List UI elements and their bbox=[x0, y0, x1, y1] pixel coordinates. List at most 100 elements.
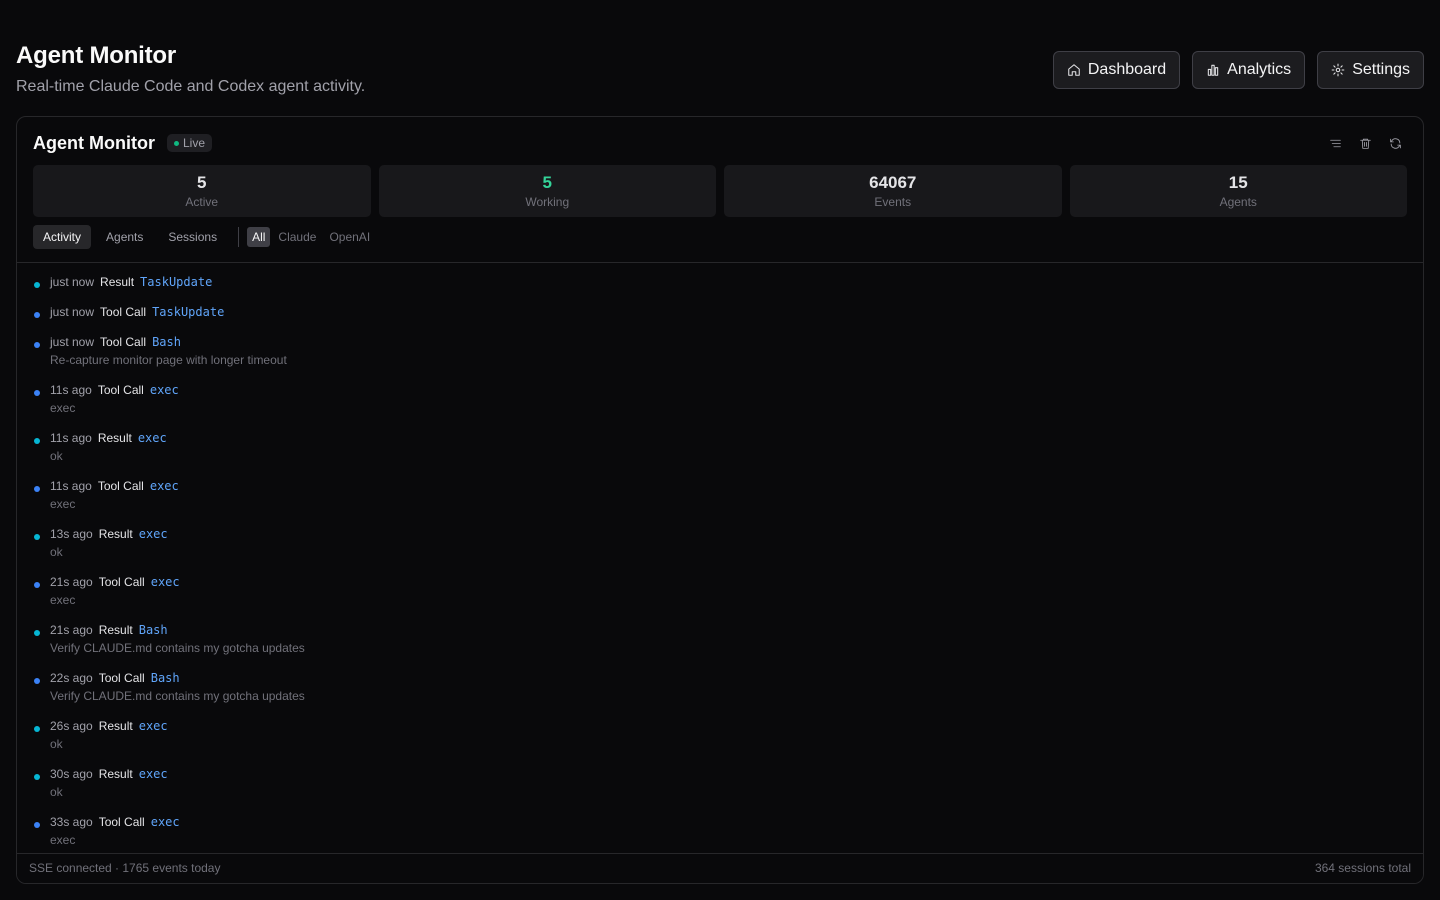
stat-active: 5 Active bbox=[33, 165, 371, 217]
event-row[interactable]: just now Tool Call Bash Re-capture monitor … bbox=[33, 333, 1407, 369]
event-row[interactable]: 11s ago Tool Call exec exec bbox=[33, 477, 1407, 513]
event-line: 21s ago Result Bash bbox=[50, 621, 305, 639]
analytics-button-label: Analytics bbox=[1227, 61, 1292, 78]
event-body: 33s ago Tool Call exec exec bbox=[50, 813, 180, 849]
filter-openai[interactable]: OpenAI bbox=[324, 227, 375, 247]
event-detail: Verify CLAUDE.md contains my gotcha upda… bbox=[50, 641, 305, 655]
event-status-dot-icon bbox=[34, 282, 40, 288]
stats-row: 5 Active 5 Working 64067 Events 15 Agent… bbox=[33, 165, 1407, 217]
gear-icon bbox=[1331, 63, 1345, 77]
event-list: just now Result TaskUpdate just now Tool Cal… bbox=[33, 273, 1407, 861]
event-type: Result bbox=[98, 623, 133, 637]
trash-icon bbox=[1359, 138, 1371, 149]
stat-events: 64067 Events bbox=[724, 165, 1062, 217]
event-time: just now bbox=[50, 305, 95, 319]
live-badge-label: Live bbox=[183, 136, 206, 150]
event-type: Tool Call bbox=[97, 383, 144, 397]
event-row[interactable]: 13s ago Result exec ok bbox=[33, 525, 1407, 561]
event-row[interactable]: just now Tool Call TaskUpdate bbox=[33, 303, 1407, 321]
page-header: Agent Monitor Real-time Claude Code and … bbox=[16, 40, 1424, 100]
event-body: just now Tool Call Bash Re-capture monitor … bbox=[50, 333, 287, 369]
panel-actions bbox=[1327, 135, 1403, 151]
event-body: 30s ago Result exec ok bbox=[50, 765, 168, 801]
settings-button[interactable]: Settings bbox=[1317, 51, 1424, 89]
tab-sessions[interactable]: Sessions bbox=[158, 225, 227, 249]
event-tool-name: exec bbox=[138, 527, 168, 541]
event-line: 13s ago Result exec bbox=[50, 525, 168, 543]
bar-chart-icon bbox=[1207, 64, 1219, 76]
event-body: 11s ago Result exec ok bbox=[50, 429, 167, 465]
stat-agents-value: 15 bbox=[1228, 173, 1248, 192]
event-line: 33s ago Tool Call exec bbox=[50, 813, 180, 831]
event-row[interactable]: 26s ago Result exec ok bbox=[33, 717, 1407, 753]
event-body: just now Result TaskUpdate bbox=[50, 273, 212, 291]
filter-list-button[interactable] bbox=[1327, 135, 1343, 151]
event-type: Result bbox=[98, 719, 133, 733]
event-type: Tool Call bbox=[100, 305, 147, 319]
event-type: Result bbox=[98, 527, 133, 541]
event-row[interactable]: 33s ago Tool Call exec exec bbox=[33, 813, 1407, 849]
tab-activity[interactable]: Activity bbox=[33, 225, 92, 249]
tab-agents[interactable]: Agents bbox=[96, 225, 153, 249]
event-line: 22s ago Tool Call Bash bbox=[50, 669, 305, 687]
event-row[interactable]: 11s ago Result exec ok bbox=[33, 429, 1407, 465]
event-tool-name: Bash bbox=[138, 623, 168, 637]
event-tool-name: Bash bbox=[150, 671, 180, 685]
event-row[interactable]: 21s ago Result Bash Verify CLAUDE.md contai… bbox=[33, 621, 1407, 657]
live-dot-icon bbox=[174, 140, 179, 146]
event-detail: ok bbox=[50, 449, 63, 463]
event-row[interactable]: 30s ago Result exec ok bbox=[33, 765, 1407, 801]
event-row[interactable]: 21s ago Tool Call exec exec bbox=[33, 573, 1407, 609]
event-row[interactable]: 22s ago Tool Call Bash Verify CLAUDE.md con… bbox=[33, 669, 1407, 705]
event-status-dot-icon bbox=[34, 822, 40, 828]
event-line: 30s ago Result exec bbox=[50, 765, 168, 783]
live-badge: Live bbox=[167, 134, 213, 152]
event-body: 22s ago Tool Call Bash Verify CLAUDE.md con… bbox=[50, 669, 305, 705]
list-icon bbox=[1329, 139, 1341, 147]
filter-all[interactable]: All bbox=[247, 227, 271, 247]
event-time: 21s ago bbox=[50, 575, 93, 589]
event-line: 11s ago Tool Call exec bbox=[50, 477, 179, 495]
panel-title: Agent Monitor bbox=[33, 133, 155, 153]
event-detail: exec bbox=[50, 593, 76, 607]
stat-working: 5 Working bbox=[378, 165, 716, 217]
event-status-dot-icon bbox=[34, 678, 40, 684]
event-tool-name: exec bbox=[150, 815, 180, 829]
refresh-icon bbox=[1389, 137, 1401, 149]
event-tool-name: exec bbox=[138, 719, 168, 733]
event-status-dot-icon bbox=[34, 726, 40, 732]
event-type: Result bbox=[97, 431, 132, 445]
stat-working-value: 5 bbox=[542, 173, 552, 192]
event-line: just now Tool Call Bash bbox=[50, 333, 287, 351]
event-body: 11s ago Tool Call exec exec bbox=[50, 381, 179, 417]
event-type: Tool Call bbox=[98, 815, 145, 829]
refresh-button[interactable] bbox=[1387, 135, 1403, 151]
analytics-button[interactable]: Analytics bbox=[1192, 51, 1306, 89]
event-time: just now bbox=[50, 275, 95, 289]
clear-button[interactable] bbox=[1357, 135, 1373, 151]
filter-claude[interactable]: Claude bbox=[273, 227, 321, 247]
event-type: Tool Call bbox=[97, 479, 144, 493]
section-divider bbox=[17, 262, 1423, 263]
event-line: just now Tool Call TaskUpdate bbox=[50, 303, 224, 321]
event-type: Tool Call bbox=[98, 671, 145, 685]
event-time: 22s ago bbox=[50, 671, 93, 685]
event-tool-name: exec bbox=[149, 479, 179, 493]
stat-active-value: 5 bbox=[197, 173, 207, 192]
stat-events-value: 64067 bbox=[869, 173, 917, 192]
event-tool-name: TaskUpdate bbox=[152, 305, 225, 319]
event-status-dot-icon bbox=[34, 582, 40, 588]
event-time: 11s ago bbox=[50, 479, 92, 493]
event-tool-name: Bash bbox=[152, 335, 181, 349]
dashboard-button[interactable]: Dashboard bbox=[1052, 51, 1181, 89]
event-time: 30s ago bbox=[50, 767, 93, 781]
event-time: 11s ago bbox=[50, 431, 92, 445]
stat-agents: 15 Agents bbox=[1069, 165, 1407, 217]
tab-divider bbox=[238, 227, 240, 247]
event-status-dot-icon bbox=[34, 774, 40, 780]
event-row[interactable]: 11s ago Tool Call exec exec bbox=[33, 381, 1407, 417]
event-type: Tool Call bbox=[98, 575, 145, 589]
event-type: Result bbox=[100, 275, 135, 289]
event-row[interactable]: just now Result TaskUpdate bbox=[33, 273, 1407, 291]
event-detail: ok bbox=[50, 545, 63, 559]
